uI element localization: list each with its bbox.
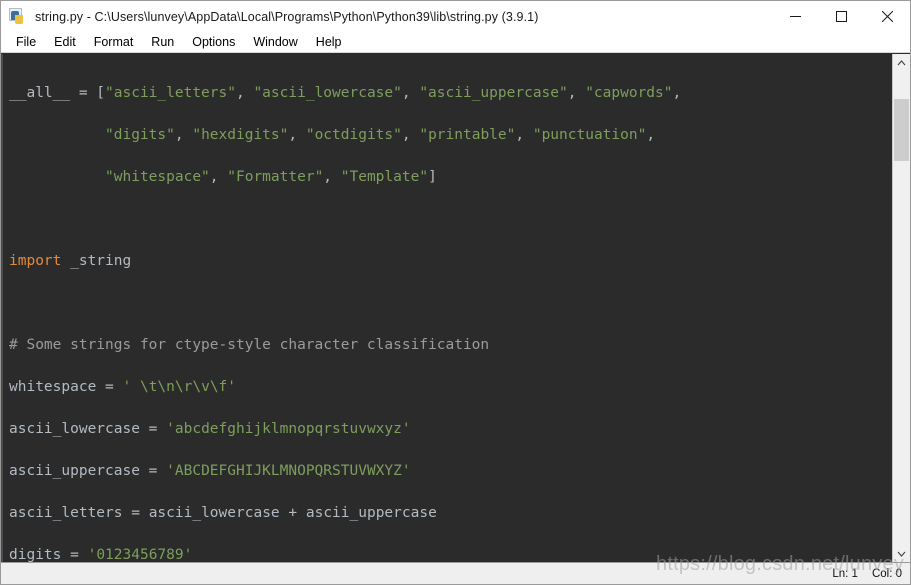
status-column-number: Col: 0	[871, 567, 902, 580]
code-line: # Some strings for ctype-style character…	[9, 337, 490, 353]
code-line: digits = '0123456789'	[9, 547, 193, 562]
code-line: ascii_lowercase = 'abcdefghijklmnopqrstu…	[9, 421, 411, 437]
menu-item-options[interactable]: Options	[183, 33, 244, 52]
close-button[interactable]	[864, 1, 910, 32]
title-bar: string.py - C:\Users\lunvey\AppData\Loca…	[1, 1, 910, 32]
editor-body: __all__ = ["ascii_letters", "ascii_lower…	[1, 53, 910, 562]
menu-item-edit[interactable]: Edit	[45, 33, 85, 52]
code-line: ascii_letters = ascii_lowercase + ascii_…	[9, 505, 437, 521]
menu-item-file[interactable]: File	[7, 33, 45, 52]
code-line: import _string	[9, 253, 132, 269]
window-controls	[772, 1, 910, 32]
scrollbar-thumb[interactable]	[894, 99, 909, 161]
maximize-button[interactable]	[818, 1, 864, 32]
code-line: ascii_uppercase = 'ABCDEFGHIJKLMNOPQRSTU…	[9, 463, 411, 479]
close-icon	[881, 11, 893, 22]
scroll-down-button[interactable]	[893, 545, 910, 562]
code-line: "whitespace", "Formatter", "Template"]	[105, 169, 437, 185]
code-editor[interactable]: __all__ = ["ascii_letters", "ascii_lower…	[1, 54, 892, 562]
idle-editor-window: string.py - C:\Users\lunvey\AppData\Loca…	[0, 0, 911, 585]
python-idle-icon	[9, 7, 27, 26]
scroll-up-button[interactable]	[893, 54, 910, 71]
menu-item-help[interactable]: Help	[307, 33, 351, 52]
menu-item-format[interactable]: Format	[85, 33, 143, 52]
scrollbar-track[interactable]	[893, 71, 910, 545]
minimize-button[interactable]	[772, 1, 818, 32]
code-line: __all__ = ["ascii_letters", "ascii_lower…	[9, 85, 682, 101]
chevron-down-icon	[897, 551, 906, 557]
window-title: string.py - C:\Users\lunvey\AppData\Loca…	[35, 9, 539, 24]
code-line: whitespace = ' \t\n\r\v\f'	[9, 379, 237, 395]
menu-item-window[interactable]: Window	[244, 33, 306, 52]
vertical-scrollbar[interactable]	[892, 54, 910, 562]
chevron-up-icon	[897, 59, 906, 65]
minimize-icon	[789, 16, 801, 17]
status-bar: Ln: 1 Col: 0	[1, 562, 910, 584]
status-line-number: Ln: 1	[832, 567, 858, 580]
maximize-icon	[835, 11, 847, 22]
menu-bar: File Edit Format Run Options Window Help	[1, 32, 910, 53]
menu-item-run[interactable]: Run	[142, 33, 183, 52]
code-text[interactable]: __all__ = ["ascii_letters", "ascii_lower…	[3, 62, 892, 562]
code-line: "digits", "hexdigits", "octdigits", "pri…	[105, 127, 656, 143]
